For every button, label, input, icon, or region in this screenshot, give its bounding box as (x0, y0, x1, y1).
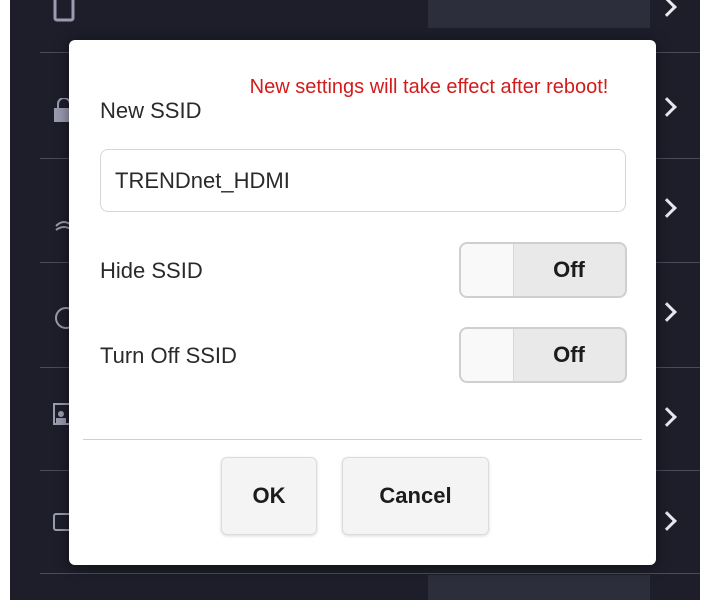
divider (40, 573, 700, 574)
new-ssid-label: New SSID (100, 98, 202, 123)
background-field (428, 575, 650, 600)
chevron-right-icon (657, 302, 677, 322)
toggle-knob (461, 329, 514, 381)
cancel-button[interactable]: Cancel (342, 457, 489, 535)
chevron-right-icon (657, 97, 677, 117)
chevron-right-icon (657, 0, 677, 17)
turn-off-ssid-label: Turn Off SSID (100, 343, 237, 368)
hide-ssid-label: Hide SSID (100, 258, 203, 283)
background-field (428, 0, 650, 28)
reboot-warning: New settings will take effect after rebo… (249, 76, 609, 98)
ssid-input[interactable] (100, 149, 626, 212)
divider (83, 439, 642, 440)
toggle-state: Off (553, 257, 585, 282)
ssid-settings-dialog: New SSID New settings will take effect a… (69, 40, 656, 565)
toggle-knob (461, 244, 514, 296)
hide-ssid-toggle[interactable]: Off (459, 242, 627, 298)
toggle-state: Off (553, 342, 585, 367)
tablet-icon (53, 0, 75, 22)
chevron-right-icon (657, 511, 677, 531)
chevron-right-icon (657, 407, 677, 427)
chevron-right-icon (657, 198, 677, 218)
ok-button[interactable]: OK (221, 457, 317, 535)
turn-off-ssid-toggle[interactable]: Off (459, 327, 627, 383)
